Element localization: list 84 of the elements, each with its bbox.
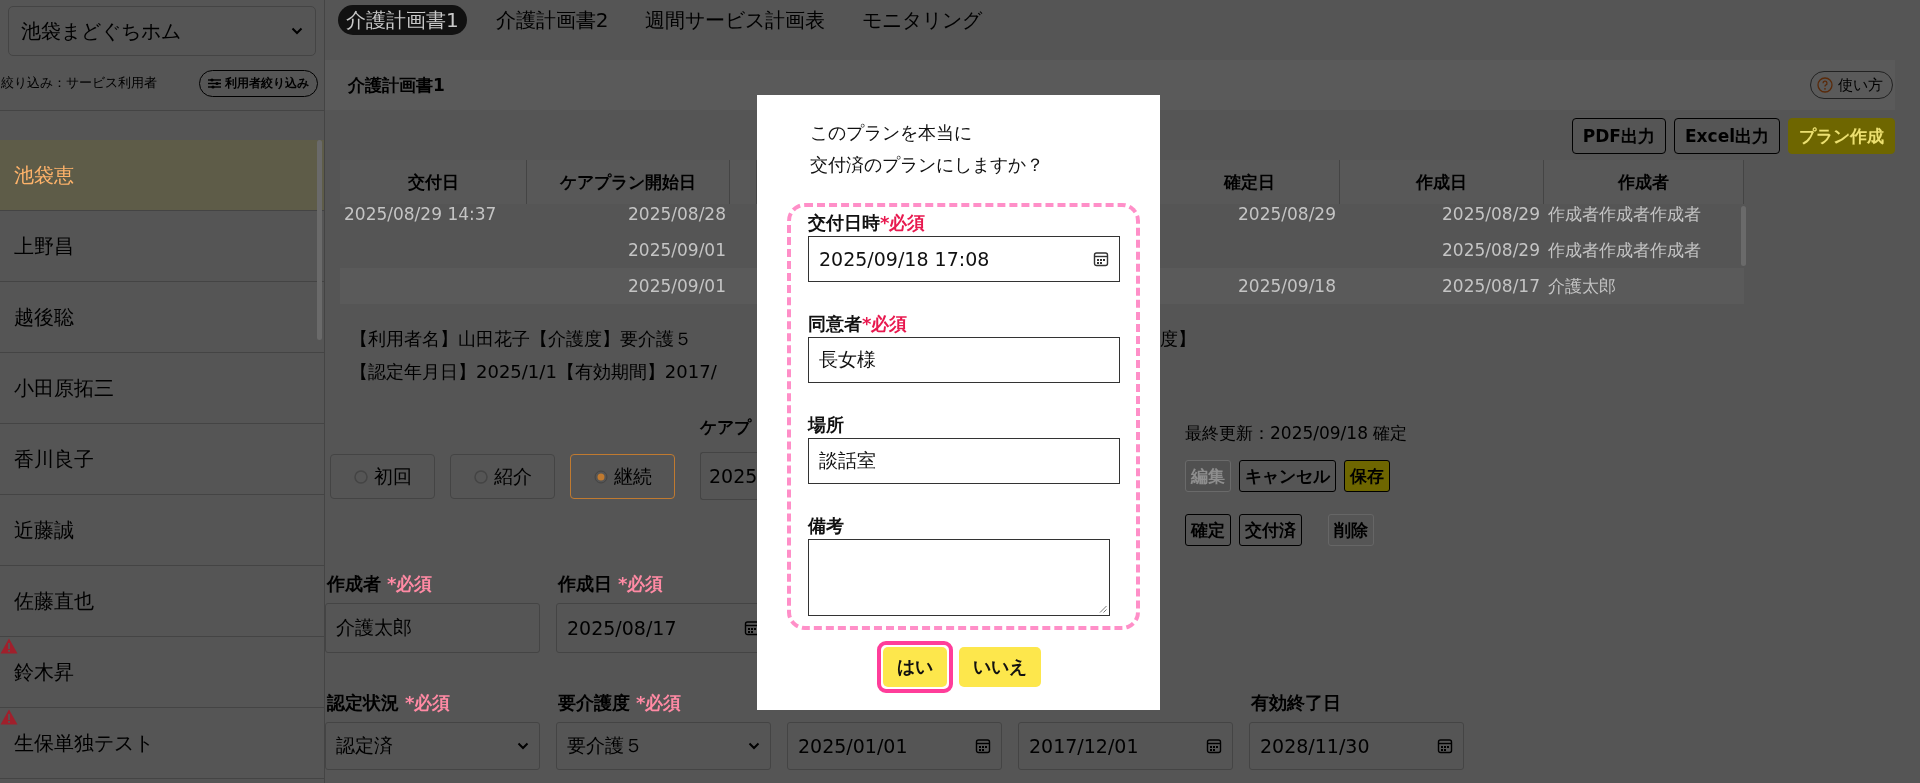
calendar-icon (975, 738, 991, 754)
table-cell-text: 2025/08/29 (1441, 239, 1541, 262)
export-button[interactable]: PDF出力 (1571, 118, 1666, 154)
select-field[interactable]: 要介護５ (556, 722, 771, 770)
field-label: 認定状況 (327, 692, 399, 713)
patient-item[interactable]: 鈴木昇 (0, 637, 324, 708)
field-label: 場所 (808, 414, 844, 435)
field-label: 交付日時 (808, 212, 880, 233)
required-mark: *必須 (636, 692, 682, 713)
field-label: 備考 (808, 515, 844, 536)
date-field[interactable]: 2025/09/18 17:08 (808, 236, 1120, 282)
action-button[interactable]: 削除 (1328, 514, 1374, 546)
input-field[interactable]: 談話室 (808, 438, 1120, 484)
calendar-icon (1093, 251, 1109, 267)
patient-item[interactable]: 池袋恵 (0, 140, 324, 211)
radio-option[interactable]: 初回 (330, 454, 435, 499)
required-mark: *必須 (387, 573, 433, 594)
dialog-message: このプランを本当に (810, 122, 972, 143)
help-icon (1817, 77, 1833, 93)
chevron-down-icon (748, 742, 760, 750)
patient-item[interactable]: 小田原拓三 (0, 353, 324, 424)
table-cell: 介護太郎 (1544, 268, 1744, 304)
filter-label: 絞り込み：サービス利用者 (1, 74, 157, 92)
dialog-message: 交付済のプランにしますか？ (810, 154, 1044, 175)
panel-title: 介護計画書1 (348, 73, 445, 97)
field-label: 作成者 (327, 573, 381, 594)
required-mark: *必須 (405, 692, 451, 713)
save-button[interactable]: 保存 (1344, 460, 1390, 492)
summary-text: 【認定年月日】2025/1/1【有効期間】2017/ (350, 361, 717, 382)
tab[interactable]: モニタリング (854, 5, 991, 35)
input-field[interactable]: 長女様 (808, 337, 1120, 383)
table-cell (730, 268, 757, 304)
field-label: 同意者 (808, 313, 862, 334)
field-label: 有効終了日 (1251, 692, 1341, 713)
scrollbar[interactable] (317, 140, 322, 340)
table-cell-text: 2025/08/29 (1441, 203, 1541, 226)
input-field[interactable]: 介護太郎 (325, 603, 540, 653)
date-field[interactable]: 2028/11/30 (1249, 722, 1464, 770)
action-button[interactable]: 交付済 (1239, 514, 1302, 546)
text-area[interactable] (808, 539, 1110, 616)
tab[interactable]: 週間サービス計画表 (637, 5, 834, 35)
yes-button[interactable]: はい (876, 641, 953, 693)
table-cell: 2025/08/17 (1340, 268, 1544, 304)
summary-text: 度】 (1160, 327, 1197, 351)
resize-grip-icon (1099, 605, 1107, 613)
calendar-icon (1437, 738, 1453, 754)
select-field[interactable]: 認定済 (325, 722, 540, 770)
table-cell: 2025/09/18 (1160, 268, 1340, 304)
calendar-icon (1206, 738, 1222, 754)
export-button[interactable]: Excel出力 (1674, 118, 1780, 154)
chevron-down-icon (517, 742, 529, 750)
patient-item[interactable]: 香川良子 (0, 424, 324, 495)
no-button[interactable]: いいえ (958, 647, 1041, 687)
chevron-down-icon (291, 27, 303, 35)
summary-text: 【利用者名】山田花子【介護度】要介護５ (350, 327, 693, 351)
radio-option[interactable]: 紹介 (450, 454, 555, 499)
required-mark: *必須 (880, 212, 926, 233)
patient-item[interactable]: 佐藤直也 (0, 566, 324, 637)
filter-sliders-icon (208, 77, 221, 89)
tab[interactable]: 介護計画書1 (338, 5, 467, 35)
field-label: ケアプ (700, 417, 751, 437)
action-button[interactable]: キャンセル (1239, 460, 1336, 492)
radio-option[interactable]: 継続 (570, 454, 675, 499)
create-plan-button[interactable]: プラン作成 (1788, 118, 1895, 154)
table-cell-text: 2025/08/28 (627, 203, 727, 226)
required-mark: *必須 (862, 313, 908, 334)
table-cell-text: 作成者作成者作成者 (1547, 238, 1702, 262)
table-cell-text: 2025/08/29 (1237, 203, 1337, 226)
facility-select[interactable]: 池袋まどぐちホム (8, 6, 316, 56)
table-cell-text: 2025/08/29 14:37 (343, 203, 498, 226)
required-mark: *必須 (618, 573, 664, 594)
table-cell: 2025/09/01 (527, 268, 730, 304)
field-label: 要介護度 (558, 692, 630, 713)
last-updated-text: 最終更新：2025/09/18 確定 (1185, 422, 1409, 445)
table-cell-text: 2025/09/01 (627, 239, 727, 262)
date-field[interactable]: 2017/12/01 (1018, 722, 1233, 770)
patient-item[interactable]: 生保単独テスト (0, 708, 324, 779)
date-field[interactable]: 2025/01/01 (787, 722, 1002, 770)
calendar-icon (744, 620, 757, 636)
tab[interactable]: 介護計画書2 (487, 5, 617, 35)
table-cell-text: 作成者作成者作成者 (1547, 202, 1702, 226)
action-button[interactable]: 確定 (1185, 514, 1231, 546)
patient-item[interactable]: 近藤誠 (0, 495, 324, 566)
field-label: 作成日 (558, 573, 612, 594)
